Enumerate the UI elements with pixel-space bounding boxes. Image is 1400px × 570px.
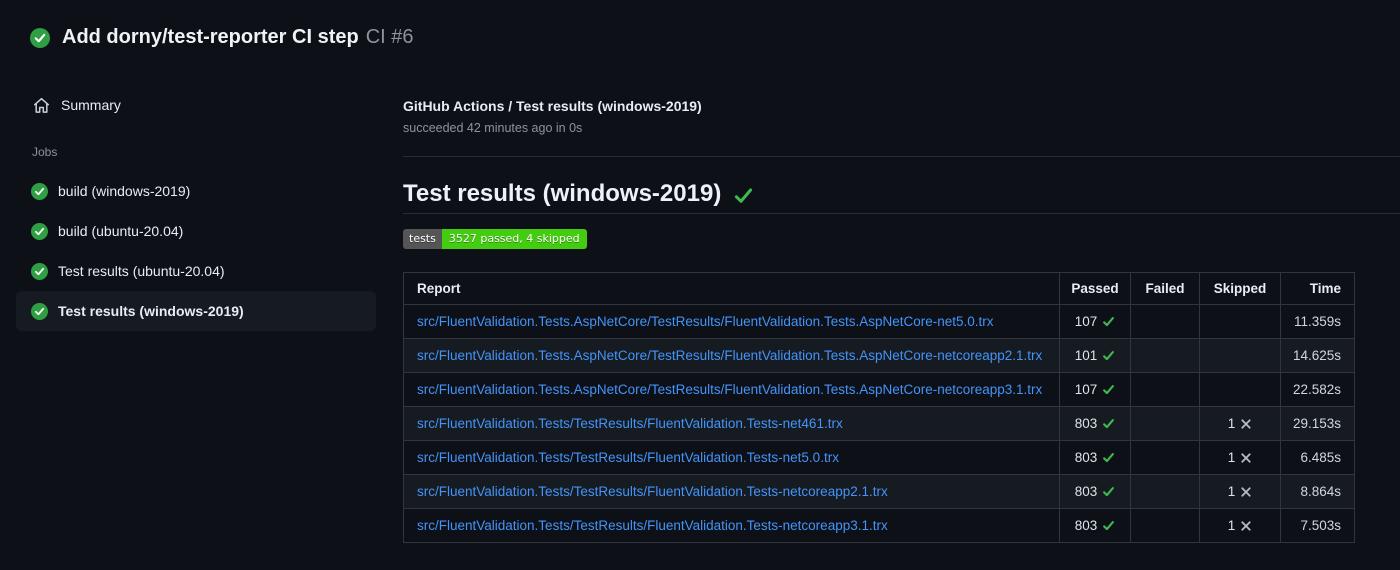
sidebar-job-item[interactable]: Test results (windows-2019) xyxy=(16,291,376,331)
check-circle-icon xyxy=(31,302,48,320)
failed-count xyxy=(1130,372,1200,407)
failed-count xyxy=(1130,406,1200,441)
sidebar-item-summary[interactable]: Summary xyxy=(0,88,392,122)
check-circle-icon xyxy=(30,27,50,48)
passed-count: 803 xyxy=(1074,484,1098,499)
divider xyxy=(403,156,1400,157)
divider xyxy=(403,213,1400,214)
x-icon xyxy=(1241,418,1251,429)
check-icon xyxy=(1103,317,1115,327)
failed-count xyxy=(1130,338,1200,373)
job-label: build (ubuntu-20.04) xyxy=(58,223,184,239)
col-header-skipped: Skipped xyxy=(1199,272,1281,305)
skipped-count: 1 xyxy=(1227,416,1236,431)
check-icon xyxy=(1103,419,1115,429)
x-icon xyxy=(1241,520,1251,531)
home-icon xyxy=(33,97,50,113)
time-value: 6.485s xyxy=(1280,440,1355,475)
skipped-count: 1 xyxy=(1227,518,1236,533)
time-value: 11.359s xyxy=(1280,304,1355,339)
check-icon xyxy=(735,188,753,203)
section-heading: Test results (windows-2019) xyxy=(403,180,754,208)
passed-count: 107 xyxy=(1074,314,1098,329)
failed-count xyxy=(1130,474,1200,509)
job-label: build (windows-2019) xyxy=(58,183,191,199)
time-value: 8.864s xyxy=(1280,474,1355,509)
table-row: src/FluentValidation.Tests.AspNetCore/Te… xyxy=(403,338,1355,373)
report-link[interactable]: src/FluentValidation.Tests.AspNetCore/Te… xyxy=(417,348,1042,363)
col-header-failed: Failed xyxy=(1130,272,1200,305)
x-icon xyxy=(1241,486,1251,497)
sidebar-job-item[interactable]: build (windows-2019) xyxy=(16,171,376,211)
tests-badge: tests 3527 passed, 4 skipped xyxy=(403,229,587,249)
report-link[interactable]: src/FluentValidation.Tests/TestResults/F… xyxy=(417,416,843,431)
table-row: src/FluentValidation.Tests/TestResults/F… xyxy=(403,508,1355,543)
summary-label: Summary xyxy=(61,97,121,113)
failed-count xyxy=(1130,304,1200,339)
report-link[interactable]: src/FluentValidation.Tests.AspNetCore/Te… xyxy=(417,314,994,329)
report-link[interactable]: src/FluentValidation.Tests/TestResults/F… xyxy=(417,484,888,499)
run-header: Add dorny/test-reporter CI step CI #6 xyxy=(30,26,414,49)
passed-count: 803 xyxy=(1074,450,1098,465)
table-row: src/FluentValidation.Tests/TestResults/F… xyxy=(403,406,1355,441)
check-circle-icon xyxy=(31,182,48,200)
check-icon xyxy=(1103,487,1115,497)
table-row: src/FluentValidation.Tests.AspNetCore/Te… xyxy=(403,372,1355,407)
run-title: Add dorny/test-reporter CI step xyxy=(62,26,359,48)
job-label: Test results (ubuntu-20.04) xyxy=(58,263,225,279)
run-status-line: succeeded 42 minutes ago in 0s xyxy=(403,121,583,135)
time-value: 22.582s xyxy=(1280,372,1355,407)
check-icon xyxy=(1103,385,1115,395)
jobs-list: build (windows-2019) build (ubuntu-20.04… xyxy=(0,171,392,331)
check-icon xyxy=(1103,351,1115,361)
check-icon xyxy=(1103,521,1115,531)
time-value: 14.625s xyxy=(1280,338,1355,373)
check-circle-icon xyxy=(31,262,48,280)
jobs-section-label: Jobs xyxy=(32,145,58,159)
failed-count xyxy=(1130,440,1200,475)
job-label: Test results (windows-2019) xyxy=(58,303,244,319)
badge-value: 3527 passed, 4 skipped xyxy=(441,229,587,249)
check-circle-icon xyxy=(31,222,48,240)
failed-count xyxy=(1130,508,1200,543)
skipped-count: 1 xyxy=(1227,484,1236,499)
check-icon xyxy=(1103,453,1115,463)
col-header-time: Time xyxy=(1280,272,1355,305)
report-link[interactable]: src/FluentValidation.Tests/TestResults/F… xyxy=(417,450,839,465)
sidebar-job-item[interactable]: Test results (ubuntu-20.04) xyxy=(16,251,376,291)
skipped-count: 1 xyxy=(1227,450,1236,465)
time-value: 7.503s xyxy=(1280,508,1355,543)
table-row: src/FluentValidation.Tests/TestResults/F… xyxy=(403,440,1355,475)
sidebar-job-item[interactable]: build (ubuntu-20.04) xyxy=(16,211,376,251)
page-title: Test results (windows-2019) xyxy=(403,180,722,207)
run-number: CI #6 xyxy=(365,26,414,48)
report-link[interactable]: src/FluentValidation.Tests.AspNetCore/Te… xyxy=(417,382,1042,397)
time-value: 29.153s xyxy=(1280,406,1355,441)
passed-count: 803 xyxy=(1074,518,1098,533)
breadcrumb: GitHub Actions / Test results (windows-2… xyxy=(403,98,702,114)
passed-count: 107 xyxy=(1074,382,1098,397)
table-row: src/FluentValidation.Tests.AspNetCore/Te… xyxy=(403,304,1355,339)
test-results-table: Report Passed Failed Skipped Time src/Fl… xyxy=(403,272,1355,543)
x-icon xyxy=(1241,452,1251,463)
col-header-passed: Passed xyxy=(1059,272,1131,305)
table-row: src/FluentValidation.Tests/TestResults/F… xyxy=(403,474,1355,509)
badge-label: tests xyxy=(403,229,442,249)
table-header-row: Report Passed Failed Skipped Time xyxy=(403,272,1355,305)
col-header-report: Report xyxy=(403,272,1060,305)
sidebar: Summary Jobs build (windows-2019) build … xyxy=(0,88,392,331)
passed-count: 101 xyxy=(1074,348,1098,363)
report-link[interactable]: src/FluentValidation.Tests/TestResults/F… xyxy=(417,518,888,533)
passed-count: 803 xyxy=(1074,416,1098,431)
